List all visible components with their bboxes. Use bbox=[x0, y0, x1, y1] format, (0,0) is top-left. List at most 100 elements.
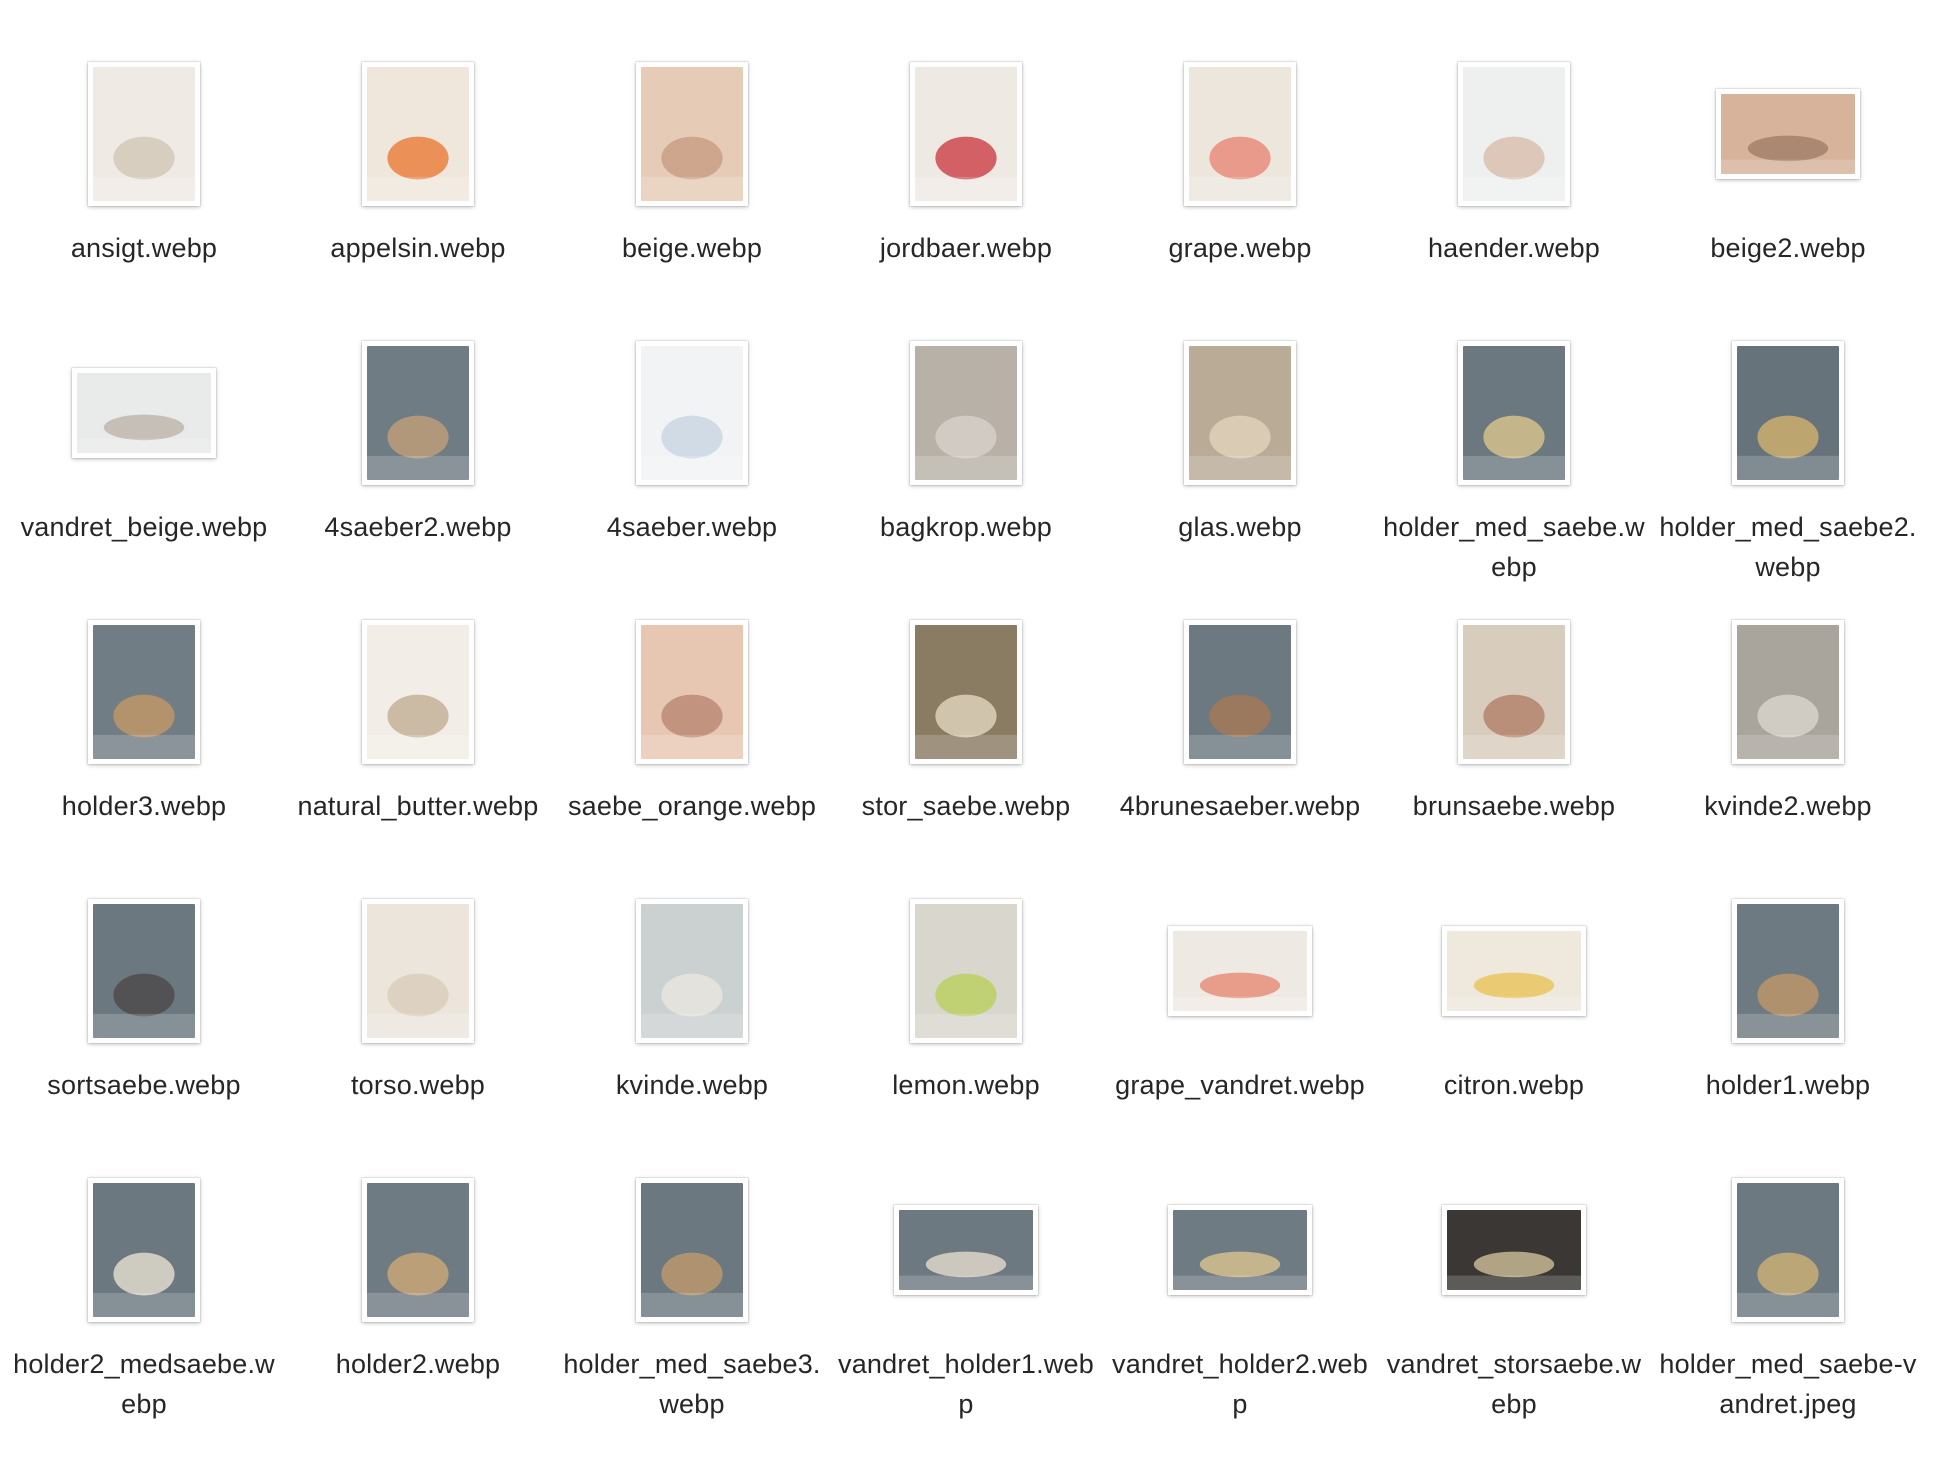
file-item[interactable]: holder1.webp bbox=[1651, 877, 1925, 1156]
file-name-label[interactable]: natural_butter.webp bbox=[287, 786, 549, 826]
image-thumbnail[interactable] bbox=[910, 620, 1022, 764]
image-thumbnail[interactable] bbox=[910, 341, 1022, 485]
file-item[interactable]: holder3.webp bbox=[7, 598, 281, 877]
file-item[interactable]: glas.webp bbox=[1103, 319, 1377, 598]
file-item[interactable]: holder2.webp bbox=[281, 1156, 555, 1435]
file-name-label[interactable]: brunsaebe.webp bbox=[1383, 786, 1645, 826]
image-thumbnail[interactable] bbox=[636, 620, 748, 764]
file-item[interactable]: vandret_storsaebe.webp bbox=[1377, 1156, 1651, 1435]
file-name-label[interactable]: citron.webp bbox=[1383, 1065, 1645, 1105]
file-name-label[interactable]: vandret_beige.webp bbox=[13, 507, 275, 547]
file-item[interactable]: 4brunesaeber.webp bbox=[1103, 598, 1377, 877]
file-name-label[interactable]: holder_med_saebe-vandret.jpeg bbox=[1657, 1344, 1919, 1424]
image-thumbnail[interactable] bbox=[1732, 620, 1844, 764]
file-name-label[interactable]: kvinde.webp bbox=[561, 1065, 823, 1105]
file-item[interactable]: sortsaebe.webp bbox=[7, 877, 281, 1156]
image-thumbnail[interactable] bbox=[1732, 899, 1844, 1043]
file-name-label[interactable]: stor_saebe.webp bbox=[835, 786, 1097, 826]
file-name-label[interactable]: bagkrop.webp bbox=[835, 507, 1097, 547]
file-name-label[interactable]: beige2.webp bbox=[1657, 228, 1919, 268]
file-item[interactable]: beige2.webp bbox=[1651, 40, 1925, 319]
image-thumbnail[interactable] bbox=[1732, 341, 1844, 485]
file-name-label[interactable]: appelsin.webp bbox=[287, 228, 549, 268]
file-item[interactable]: stor_saebe.webp bbox=[829, 598, 1103, 877]
file-item[interactable]: citron.webp bbox=[1377, 877, 1651, 1156]
file-name-label[interactable]: glas.webp bbox=[1109, 507, 1371, 547]
file-item[interactable]: vandret_holder1.webp bbox=[829, 1156, 1103, 1435]
file-name-label[interactable]: sortsaebe.webp bbox=[13, 1065, 275, 1105]
image-thumbnail[interactable] bbox=[1458, 620, 1570, 764]
file-name-label[interactable]: vandret_holder2.webp bbox=[1109, 1344, 1371, 1424]
image-thumbnail[interactable] bbox=[1442, 926, 1586, 1016]
image-thumbnail[interactable] bbox=[636, 341, 748, 485]
image-thumbnail[interactable] bbox=[636, 62, 748, 206]
image-thumbnail[interactable] bbox=[88, 899, 200, 1043]
file-name-label[interactable]: 4saeber.webp bbox=[561, 507, 823, 547]
file-item[interactable]: holder_med_saebe2.webp bbox=[1651, 319, 1925, 598]
file-item[interactable]: jordbaer.webp bbox=[829, 40, 1103, 319]
file-name-label[interactable]: grape.webp bbox=[1109, 228, 1371, 268]
file-name-label[interactable]: ansigt.webp bbox=[13, 228, 275, 268]
file-item[interactable]: bagkrop.webp bbox=[829, 319, 1103, 598]
image-thumbnail[interactable] bbox=[72, 368, 216, 458]
file-name-label[interactable]: beige.webp bbox=[561, 228, 823, 268]
image-thumbnail[interactable] bbox=[1716, 89, 1860, 179]
file-item[interactable]: holder_med_saebe3.webp bbox=[555, 1156, 829, 1435]
image-thumbnail[interactable] bbox=[894, 1205, 1038, 1295]
file-item[interactable]: holder2_medsaebe.webp bbox=[7, 1156, 281, 1435]
file-name-label[interactable]: holder2.webp bbox=[287, 1344, 549, 1384]
file-item[interactable]: 4saeber.webp bbox=[555, 319, 829, 598]
file-item[interactable]: brunsaebe.webp bbox=[1377, 598, 1651, 877]
image-thumbnail[interactable] bbox=[636, 1178, 748, 1322]
image-thumbnail[interactable] bbox=[88, 62, 200, 206]
file-name-label[interactable]: vandret_holder1.webp bbox=[835, 1344, 1097, 1424]
file-item[interactable]: 4saeber2.webp bbox=[281, 319, 555, 598]
file-item[interactable]: grape_vandret.webp bbox=[1103, 877, 1377, 1156]
file-name-label[interactable]: holder_med_saebe2.webp bbox=[1657, 507, 1919, 587]
image-thumbnail[interactable] bbox=[1458, 341, 1570, 485]
file-name-label[interactable]: holder_med_saebe.webp bbox=[1383, 507, 1645, 587]
file-item[interactable]: lemon.webp bbox=[829, 877, 1103, 1156]
image-thumbnail[interactable] bbox=[362, 620, 474, 764]
image-thumbnail[interactable] bbox=[1184, 341, 1296, 485]
file-item[interactable]: beige.webp bbox=[555, 40, 829, 319]
image-thumbnail[interactable] bbox=[362, 899, 474, 1043]
image-thumbnail[interactable] bbox=[1458, 62, 1570, 206]
file-name-label[interactable]: holder1.webp bbox=[1657, 1065, 1919, 1105]
image-thumbnail[interactable] bbox=[1442, 1205, 1586, 1295]
image-thumbnail[interactable] bbox=[362, 341, 474, 485]
image-thumbnail[interactable] bbox=[910, 899, 1022, 1043]
file-name-label[interactable]: vandret_storsaebe.webp bbox=[1383, 1344, 1645, 1424]
file-name-label[interactable]: haender.webp bbox=[1383, 228, 1645, 268]
file-name-label[interactable]: torso.webp bbox=[287, 1065, 549, 1105]
file-name-label[interactable]: holder3.webp bbox=[13, 786, 275, 826]
file-name-label[interactable]: 4brunesaeber.webp bbox=[1109, 786, 1371, 826]
file-name-label[interactable]: kvinde2.webp bbox=[1657, 786, 1919, 826]
image-thumbnail[interactable] bbox=[362, 1178, 474, 1322]
file-item[interactable]: vandret_holder2.webp bbox=[1103, 1156, 1377, 1435]
file-name-label[interactable]: jordbaer.webp bbox=[835, 228, 1097, 268]
file-item[interactable]: ansigt.webp bbox=[7, 40, 281, 319]
file-item[interactable]: grape.webp bbox=[1103, 40, 1377, 319]
image-thumbnail[interactable] bbox=[1168, 1205, 1312, 1295]
image-thumbnail[interactable] bbox=[1184, 620, 1296, 764]
image-thumbnail[interactable] bbox=[910, 62, 1022, 206]
image-thumbnail[interactable] bbox=[1168, 926, 1312, 1016]
file-item[interactable]: torso.webp bbox=[281, 877, 555, 1156]
file-item[interactable]: kvinde.webp bbox=[555, 877, 829, 1156]
file-name-label[interactable]: lemon.webp bbox=[835, 1065, 1097, 1105]
file-name-label[interactable]: holder_med_saebe3.webp bbox=[561, 1344, 823, 1424]
file-name-label[interactable]: grape_vandret.webp bbox=[1109, 1065, 1371, 1105]
image-thumbnail[interactable] bbox=[88, 1178, 200, 1322]
image-thumbnail[interactable] bbox=[1184, 62, 1296, 206]
file-item[interactable]: vandret_beige.webp bbox=[7, 319, 281, 598]
image-thumbnail[interactable] bbox=[636, 899, 748, 1043]
file-item[interactable]: haender.webp bbox=[1377, 40, 1651, 319]
file-item[interactable]: natural_butter.webp bbox=[281, 598, 555, 877]
image-thumbnail[interactable] bbox=[362, 62, 474, 206]
file-item[interactable]: holder_med_saebe-vandret.jpeg bbox=[1651, 1156, 1925, 1435]
image-thumbnail[interactable] bbox=[1732, 1178, 1844, 1322]
file-name-label[interactable]: holder2_medsaebe.webp bbox=[13, 1344, 275, 1424]
file-item[interactable]: saebe_orange.webp bbox=[555, 598, 829, 877]
file-name-label[interactable]: 4saeber2.webp bbox=[287, 507, 549, 547]
